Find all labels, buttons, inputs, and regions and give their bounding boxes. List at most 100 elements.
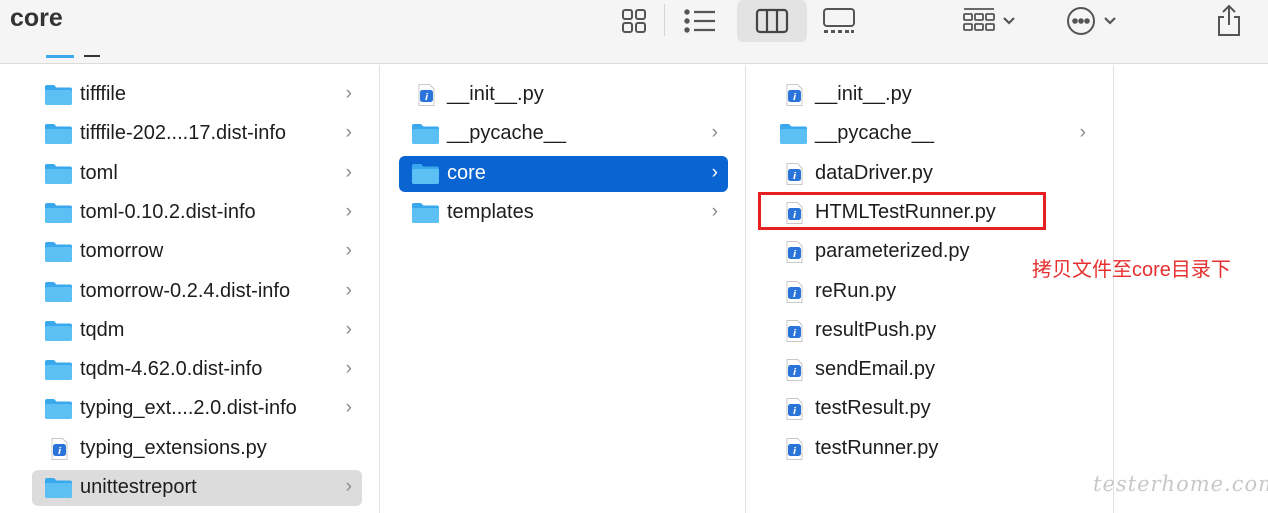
folder-row[interactable]: tomorrow-0.2.4.dist-info › <box>32 274 362 310</box>
python-file-icon: i <box>779 280 808 303</box>
gallery-view-button[interactable] <box>815 0 863 42</box>
item-name: __pycache__ <box>815 122 934 145</box>
item-name: resultPush.py <box>815 318 937 341</box>
file-row[interactable]: i testRunner.py <box>767 431 1096 467</box>
python-file-icon: i <box>779 84 808 106</box>
folder-icon <box>44 320 73 342</box>
folder-row[interactable]: toml › <box>32 156 362 192</box>
chevron-right-icon: › <box>1079 122 1086 144</box>
python-file-icon: i <box>779 319 808 342</box>
chevron-right-icon: › <box>345 279 352 301</box>
item-name: reRun.py <box>815 279 897 302</box>
file-row[interactable]: i dataDriver.py <box>767 156 1096 192</box>
folder-row[interactable]: tqdm › <box>32 313 362 349</box>
chevron-right-icon: › <box>345 83 352 104</box>
item-name: tqdm-4.62.0.dist-info <box>80 358 263 381</box>
list-icon <box>684 9 715 33</box>
annotation-text: 拷贝文件至core目录下 <box>1032 259 1231 281</box>
more-actions-button[interactable] <box>1058 0 1124 42</box>
file-row[interactable]: i __init__.py <box>767 77 1096 113</box>
item-name: __init__.py <box>447 83 544 105</box>
folder-icon <box>44 398 73 420</box>
item-name: tomorrow <box>80 240 164 263</box>
folder-icon <box>411 202 440 224</box>
gallery-icon <box>823 8 855 33</box>
python-file-icon: i <box>779 398 808 421</box>
folder-row[interactable]: tifffile-202....17.dist-info › <box>32 116 362 152</box>
item-name: templates <box>447 200 534 223</box>
python-file-icon: i <box>411 84 440 106</box>
item-name: toml-0.10.2.dist-info <box>80 200 256 223</box>
watermark: testerhome.com <box>1093 472 1268 496</box>
file-row[interactable]: i testResult.py <box>767 391 1096 427</box>
folder-row[interactable]: __pycache__ › <box>767 116 1096 152</box>
browser-column-2[interactable]: i __init__.py __pycache__ › core › templates › <box>381 65 746 513</box>
python-file-icon: i <box>779 241 808 264</box>
file-row[interactable]: i sendEmail.py <box>767 352 1096 388</box>
chevron-right-icon: › <box>345 240 352 262</box>
folder-row[interactable]: tomorrow › <box>32 234 362 270</box>
folder-icon <box>46 55 100 58</box>
folder-row[interactable]: toml-0.10.2.dist-info › <box>32 195 362 231</box>
share-icon <box>1218 4 1240 36</box>
item-name: unittestreport <box>80 476 197 498</box>
toolbar-divider <box>664 4 665 36</box>
browser-column-empty[interactable] <box>1115 65 1268 513</box>
folder-icon <box>779 123 808 145</box>
column-view-button[interactable] <box>737 0 807 42</box>
folder-row[interactable]: core › <box>399 155 728 192</box>
file-row[interactable]: i resultPush.py <box>767 313 1096 349</box>
chevron-right-icon: › <box>711 122 718 144</box>
folder-row[interactable]: typing_ext....2.0.dist-info › <box>32 391 362 427</box>
grid-icon <box>622 9 646 33</box>
chevron-right-icon: › <box>345 122 352 144</box>
group-button[interactable] <box>955 0 1023 42</box>
folder-row[interactable]: __pycache__ › <box>399 116 728 152</box>
python-file-icon: i <box>779 162 808 185</box>
folder-icon <box>44 359 73 381</box>
item-name: sendEmail.py <box>815 358 936 381</box>
folder-row[interactable]: templates › <box>399 195 728 231</box>
list-view-button[interactable] <box>678 0 722 42</box>
group-icon <box>963 8 995 31</box>
item-name: testRunner.py <box>815 436 939 459</box>
share-button[interactable] <box>1206 0 1252 42</box>
item-name: dataDriver.py <box>815 161 933 184</box>
item-name: typing_extensions.py <box>80 436 267 459</box>
python-file-icon: i <box>44 437 73 460</box>
folder-icon <box>44 281 73 303</box>
folder-icon <box>44 202 73 224</box>
file-row[interactable]: i __init__.py <box>399 77 728 113</box>
folder-icon <box>411 123 440 145</box>
item-name: __pycache__ <box>447 122 566 145</box>
file-row[interactable]: i typing_extensions.py <box>32 431 362 467</box>
chevron-right-icon: › <box>345 476 352 497</box>
browser-column-3[interactable]: i __init__.py __pycache__ › i dataDriver.py i H… <box>747 65 1114 513</box>
highlight-box <box>758 192 1046 230</box>
folder-icon <box>411 163 440 185</box>
chevron-right-icon: › <box>345 161 352 183</box>
folder-row[interactable]: tqdm-4.62.0.dist-info › <box>32 352 362 388</box>
python-file-icon: i <box>779 359 808 382</box>
item-name: core <box>447 161 486 184</box>
folder-row[interactable]: tifffile › <box>32 77 362 113</box>
chevron-down-icon <box>1003 17 1015 25</box>
item-name: tifffile-202....17.dist-info <box>80 122 287 145</box>
folder-row[interactable]: unittestreport › <box>32 470 362 506</box>
folder-icon <box>44 84 73 106</box>
folder-icon <box>44 241 73 263</box>
toolbar: core <box>0 0 1268 64</box>
item-name: toml <box>80 161 118 184</box>
chevron-right-icon: › <box>345 200 352 222</box>
item-name: __init__.py <box>815 83 912 105</box>
chevron-right-icon: › <box>345 358 352 380</box>
item-name: parameterized.py <box>815 240 970 263</box>
icon-view-button[interactable] <box>612 0 656 42</box>
chevron-right-icon: › <box>711 161 718 183</box>
browser-column-1[interactable]: tifffile › tifffile-202....17.dist-info › to… <box>0 55 380 513</box>
chevron-right-icon: › <box>345 318 352 340</box>
ellipsis-circle-icon <box>1067 7 1095 35</box>
python-file-icon: i <box>779 437 808 460</box>
chevron-right-icon: › <box>711 200 718 222</box>
chevron-right-icon: › <box>345 397 352 419</box>
